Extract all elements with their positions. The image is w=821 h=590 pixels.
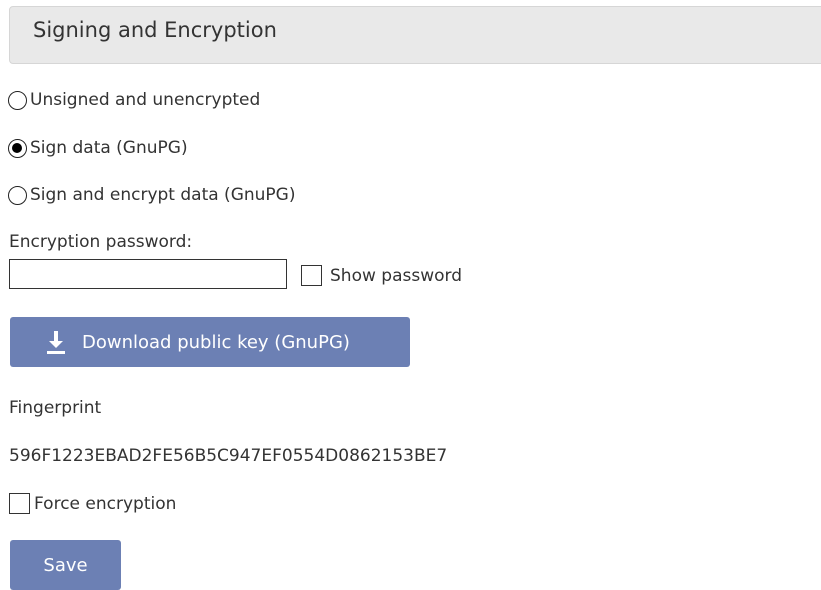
radio-unsigned[interactable]: [8, 90, 27, 110]
password-input[interactable]: [9, 259, 287, 289]
password-label: Encryption password:: [9, 232, 193, 252]
radio-sign[interactable]: [8, 138, 27, 158]
radio-unsigned-label: Unsigned and unencrypted: [30, 90, 261, 110]
force-encryption-label: Force encryption: [34, 493, 177, 514]
radio-sign-label: Sign data (GnuPG): [30, 138, 188, 158]
fingerprint-label: Fingerprint: [9, 398, 102, 418]
radio-option-sign[interactable]: Sign data (GnuPG): [8, 138, 188, 158]
download-button-label: Download public key (GnuPG): [82, 331, 350, 353]
radio-option-unsigned[interactable]: Unsigned and unencrypted: [8, 90, 260, 110]
section-title: Signing and Encryption: [33, 18, 277, 42]
radio-sign-encrypt-label: Sign and encrypt data (GnuPG): [30, 185, 296, 205]
show-password-label: Show password: [330, 265, 462, 286]
force-encryption-checkbox[interactable]: [9, 493, 30, 514]
radio-option-sign-encrypt[interactable]: Sign and encrypt data (GnuPG): [8, 185, 295, 205]
show-password-checkbox[interactable]: [301, 265, 322, 286]
save-button[interactable]: Save: [10, 540, 121, 590]
fingerprint-value: 596F1223EBAD2FE56B5C947EF0554D0862153BE7: [9, 446, 448, 466]
force-encryption-option[interactable]: Force encryption: [9, 493, 176, 514]
download-icon: [46, 330, 66, 354]
download-public-key-button[interactable]: Download public key (GnuPG): [10, 317, 410, 367]
show-password-toggle[interactable]: Show password: [301, 265, 462, 286]
radio-sign-encrypt[interactable]: [8, 185, 27, 205]
